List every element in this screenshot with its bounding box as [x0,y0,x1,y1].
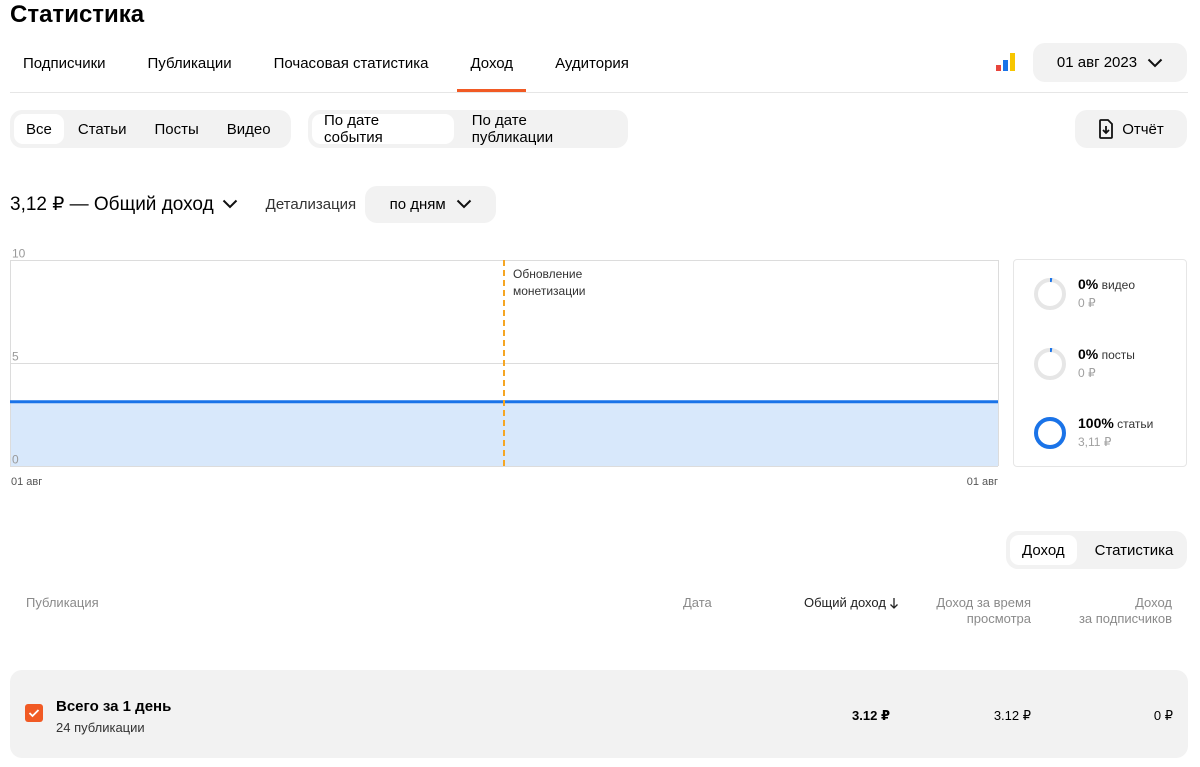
checkmark-icon [28,709,40,718]
date-picker[interactable]: 01 авг 2023 [1033,43,1187,82]
detail-select-value: по дням [389,195,446,213]
breakdown-label: посты [1101,348,1135,362]
total-row-income: 3.12 ₽ [852,708,890,723]
detail-label: Детализация [265,195,357,213]
column-header-view-time-line1: Доход за время [936,595,1031,610]
chevron-down-icon [456,199,471,209]
filter-all[interactable]: Все [14,114,64,144]
total-income-dropdown[interactable]: 3,12 ₽ — Общий доход [10,193,238,216]
bar-chart-logo-icon [996,53,1016,71]
total-row-view-time-income: 3.12 ₽ [993,708,1031,723]
breakdown-percent: 0% [1078,276,1099,292]
total-row-subscriber-income: 0 ₽ [1153,708,1173,723]
column-header-subscribers[interactable]: Доход за подписчиков [1079,595,1172,627]
page-title: Статистика [10,1,145,28]
report-button[interactable]: Отчёт [1075,110,1187,148]
tabs-divider [10,92,1188,93]
tab-income[interactable]: Доход [457,44,526,92]
sort-arrow-down-icon [889,598,898,609]
column-header-view-time-line2: просмотра [966,611,1031,626]
filter-by-event-date[interactable]: По дате события [312,112,454,146]
income-chart: 0 5 10 Обновление монетизации 01 авг 01 авг [10,244,1000,494]
column-header-subscribers-line1: Доход [1135,595,1172,610]
tab-subscribers[interactable]: Подписчики [10,44,119,82]
toggle-income[interactable]: Доход [1010,535,1077,565]
total-row-checkbox[interactable] [25,704,43,722]
breakdown-label: статьи [1117,417,1154,431]
chevron-down-icon [222,199,237,209]
x-tick-label: 01 авг [11,476,42,488]
breakdown-label: видео [1101,278,1136,292]
column-header-publication[interactable]: Публикация [26,595,99,611]
x-tick-label: 01 авг [967,476,998,488]
column-header-date[interactable]: Дата [683,595,712,611]
ring-track [1034,348,1066,380]
breakdown-amount: 0 ₽ [1078,296,1096,310]
filter-by-publish-date[interactable]: По дате публикации [460,112,624,146]
chevron-down-icon [1147,58,1163,67]
report-button-label: Отчёт [1122,120,1164,138]
income-summary: 3,12 ₽ — Общий доход Детализация по дням [10,185,497,223]
column-header-view-time[interactable]: Доход за время просмотра [936,595,1031,627]
y-tick-label: 0 [12,453,19,467]
breakdown-posts: 0% посты 0 ₽ [1032,346,1135,382]
stats-tabs: Подписчики Публикации Почасовая статисти… [10,44,658,93]
breakdown-percent: 0% [1078,346,1099,362]
breakdown-video: 0% видео 0 ₽ [1032,276,1135,312]
y-tick-label: 5 [12,350,19,364]
ring-track [1034,278,1066,310]
table-mode-toggle: Доход Статистика [1006,531,1187,569]
column-header-total[interactable]: Общий доход [804,595,899,611]
total-row-subtitle: 24 публикации [56,720,145,735]
ring-value [1034,417,1066,449]
total-income-label: 3,12 ₽ — Общий доход [10,193,214,215]
filter-posts[interactable]: Посты [142,114,210,144]
date-picker-value: 01 авг 2023 [1056,54,1138,71]
y-tick-label: 10 [12,247,26,261]
tab-audience[interactable]: Аудитория [542,44,642,82]
total-row-title: Всего за 1 день [56,698,172,715]
filter-videos[interactable]: Видео [215,114,283,144]
annotation-label: Обновление монетизации [513,267,585,298]
column-header-subscribers-line2: за подписчиков [1078,611,1172,626]
progress-ring-icon [1034,278,1066,310]
file-download-icon [1099,119,1114,139]
progress-ring-icon [1034,348,1066,380]
content-type-filter: Все Статьи Посты Видео [10,110,291,148]
tab-publications[interactable]: Публикации [135,44,245,82]
date-mode-filter: По дате события По дате публикации [308,110,628,148]
total-row: Всего за 1 день 24 публикации 3.12 ₽ 3.1… [10,670,1188,758]
breakdown-amount: 0 ₽ [1078,366,1096,380]
breakdown-percent: 100% [1078,415,1114,431]
income-chart-svg: 0 5 10 Обновление монетизации 01 авг 01 авг [10,247,999,488]
income-breakdown: 0% видео 0 ₽ 0% посты 0 ₽ 100% статьи 3,… [1013,259,1187,467]
progress-ring-icon [1034,417,1066,449]
breakdown-articles: 100% статьи 3,11 ₽ [1032,415,1153,451]
column-header-total-label: Общий доход [804,595,886,610]
filter-articles[interactable]: Статьи [66,114,139,144]
tab-hourly[interactable]: Почасовая статистика [261,44,442,82]
detail-select[interactable]: по дням [365,185,497,223]
breakdown-amount: 3,11 ₽ [1078,435,1112,449]
toggle-statistics[interactable]: Статистика [1083,535,1186,565]
